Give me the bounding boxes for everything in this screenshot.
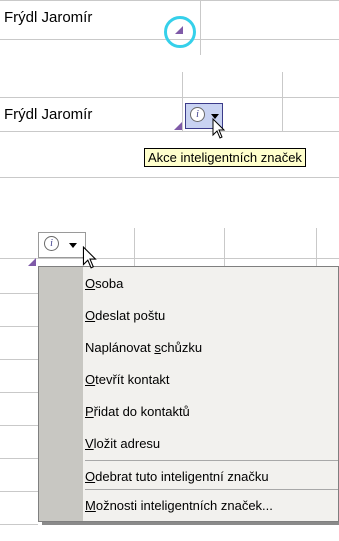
cell-name-text: Frýdl Jaromír — [4, 9, 93, 26]
spreadsheet-panel-3: i Osoba Odeslat poštu Naplánovat schůzku… — [0, 228, 339, 541]
smart-tag-tooltip: Akce inteligentních značek — [144, 148, 306, 167]
menu-item-add-to-contacts[interactable]: Přidat do kontaktů — [83, 396, 338, 428]
menu-item-open-contact[interactable]: Otevřít kontakt — [83, 364, 338, 396]
spreadsheet-panel-1: Frýdl Jaromír — [0, 0, 339, 55]
mouse-pointer-icon — [212, 118, 226, 139]
cell-name-text: Frýdl Jaromír — [4, 106, 93, 123]
highlight-ring — [164, 16, 196, 48]
menu-item-smart-tag-options[interactable]: Možnosti inteligentních značek... — [83, 490, 338, 522]
smart-tag-info-icon: i — [44, 236, 59, 251]
mouse-pointer-icon — [82, 246, 97, 269]
smart-tag-indicator-icon — [28, 258, 36, 266]
smart-tag-menu: Osoba Odeslat poštu Naplánovat schůzku O… — [38, 266, 339, 522]
menu-item-osoba: Osoba — [85, 276, 124, 291]
smart-tag-actions-button[interactable]: i — [38, 232, 86, 258]
spreadsheet-panel-2: Frýdl Jaromír i Akce inteligentních znač… — [0, 72, 339, 182]
menu-item-send-mail[interactable]: Odeslat poštu — [83, 300, 338, 332]
menu-gutter — [39, 267, 83, 521]
dropdown-arrow-icon — [69, 243, 77, 248]
smart-tag-info-icon: i — [190, 107, 205, 122]
menu-item-schedule-meeting[interactable]: Naplánovat schůzku — [83, 332, 338, 364]
menu-item-insert-address[interactable]: Vložit adresu — [83, 428, 338, 460]
smart-tag-indicator-icon — [174, 122, 182, 130]
menu-shadow — [42, 522, 339, 525]
